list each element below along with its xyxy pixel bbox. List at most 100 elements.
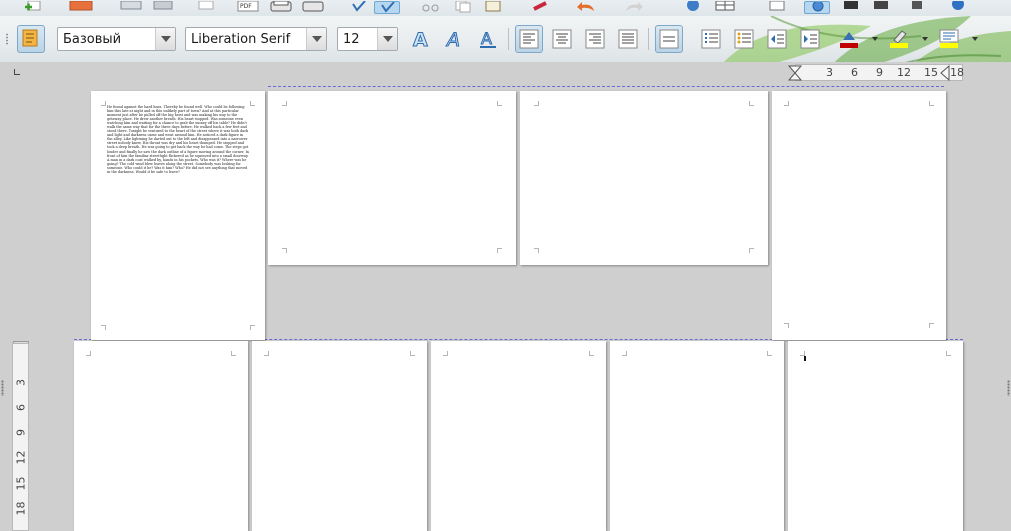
paste-icon[interactable]: [480, 0, 506, 14]
redo-icon[interactable]: [620, 1, 646, 14]
page-2[interactable]: [268, 91, 516, 265]
font-color-icon[interactable]: [835, 25, 863, 53]
standard-toolbar: PDF: [0, 0, 1011, 16]
edit-doc-icon[interactable]: [194, 0, 220, 14]
autospell-icon[interactable]: [374, 1, 400, 14]
text-boundary-corner: [264, 351, 269, 356]
h-ruler-tick-12: 12: [897, 66, 911, 79]
save-icon[interactable]: [150, 0, 176, 14]
export-pdf-icon[interactable]: PDF: [235, 0, 261, 14]
gallery-icon[interactable]: [838, 1, 864, 14]
text-boundary-corner: [929, 101, 934, 106]
clone-formatting-icon[interactable]: [528, 1, 554, 14]
page-row-guide: [268, 86, 944, 87]
highlight-dropdown-arrow[interactable]: [922, 37, 928, 41]
justify-icon[interactable]: [614, 25, 642, 53]
vertical-ruler[interactable]: 3 6 9 12 15 18: [12, 343, 29, 531]
nonprinting-chars-icon[interactable]: [904, 1, 930, 14]
toolbar-grip[interactable]: [5, 33, 9, 45]
new-icon[interactable]: [22, 0, 48, 14]
right-splitter-handle[interactable]: [1007, 380, 1010, 396]
background-color-swatch: [940, 43, 958, 48]
text-boundary-corner: [534, 248, 539, 253]
tab-stop-marker[interactable]: [14, 69, 20, 75]
page-4[interactable]: [772, 91, 946, 340]
align-right-icon[interactable]: [581, 25, 609, 53]
text-boundary-corner: [250, 101, 255, 106]
print-preview-icon[interactable]: [300, 1, 326, 14]
font-color-dropdown-arrow[interactable]: [872, 37, 878, 41]
highlight-icon[interactable]: [885, 25, 913, 53]
right-edge: [1006, 62, 1011, 531]
font-size-value: 12: [343, 31, 360, 47]
bullets-icon[interactable]: [730, 25, 758, 53]
table-icon[interactable]: [712, 0, 738, 14]
line-spacing-icon[interactable]: [655, 25, 683, 53]
text-boundary-corner: [231, 351, 236, 356]
cut-icon[interactable]: [418, 1, 444, 14]
text-boundary-corner: [749, 248, 754, 253]
decrease-indent-icon[interactable]: [763, 25, 791, 53]
h-ruler-tick-3: 3: [826, 66, 833, 79]
v-ruler-tick-3: 3: [14, 379, 28, 386]
page-5[interactable]: [74, 341, 248, 531]
hyperlink-icon[interactable]: [680, 0, 706, 14]
font-name-dropdown-arrow[interactable]: [306, 28, 326, 50]
page-7[interactable]: [431, 341, 606, 531]
highlight-swatch: [890, 43, 908, 48]
font-size-combo[interactable]: 12: [337, 27, 398, 51]
left-indent-marker[interactable]: [788, 65, 802, 81]
spellcheck-icon[interactable]: [346, 0, 372, 14]
text-boundary-corner: [497, 248, 502, 253]
background-color-dropdown-arrow[interactable]: [972, 37, 978, 41]
styles-icon[interactable]: [17, 25, 45, 53]
text-boundary-corner: [767, 351, 772, 356]
bold-outline-icon[interactable]: A: [407, 25, 435, 53]
text-boundary-corner: [946, 351, 951, 356]
navigator-icon[interactable]: [804, 0, 830, 14]
page-8[interactable]: [610, 341, 784, 531]
page-1[interactable]: He found against the hard lines. Thereby…: [91, 91, 265, 340]
font-size-dropdown-arrow[interactable]: [377, 28, 397, 50]
paragraph-style-value: Базовый: [63, 31, 122, 47]
formatting-toolbar: Базовый Liberation Serif 12 A A A: [0, 16, 1011, 62]
right-indent-marker[interactable]: [940, 65, 950, 81]
page-6[interactable]: [252, 341, 427, 531]
undo-icon[interactable]: [574, 1, 600, 14]
left-edge: [0, 62, 5, 531]
page-1-text[interactable]: He found against the hard lines. Thereby…: [107, 105, 249, 174]
text-boundary-corner: [589, 351, 594, 356]
text-boundary-corner: [101, 325, 106, 330]
align-center-icon[interactable]: [548, 25, 576, 53]
underline-outline-icon[interactable]: A: [474, 25, 502, 53]
increase-indent-icon[interactable]: [796, 25, 824, 53]
paragraph-style-combo[interactable]: Базовый: [57, 27, 176, 51]
font-name-combo[interactable]: Liberation Serif: [185, 27, 327, 51]
paragraph-style-dropdown-arrow[interactable]: [155, 28, 175, 50]
background-color-icon[interactable]: [935, 25, 963, 53]
v-ruler-tick-6: 6: [14, 404, 28, 411]
templates-icon[interactable]: [68, 0, 94, 14]
left-splitter-handle[interactable]: [1, 380, 4, 396]
numbering-icon[interactable]: [697, 25, 725, 53]
text-boundary-corner: [749, 101, 754, 106]
svg-text:A: A: [413, 29, 428, 50]
align-left-icon[interactable]: [515, 25, 543, 53]
copy-icon[interactable]: [450, 0, 476, 14]
text-boundary-corner: [784, 323, 789, 328]
page-9[interactable]: [788, 341, 963, 531]
image-icon[interactable]: [764, 0, 790, 14]
h-ruler-tick-6: 6: [851, 66, 858, 79]
h-ruler-tick-9: 9: [876, 66, 883, 79]
v-ruler-tick-15: 15: [14, 476, 28, 491]
print-icon[interactable]: [268, 0, 294, 14]
horizontal-ruler[interactable]: 3 6 9 12 15 18: [788, 64, 964, 81]
data-sources-icon[interactable]: [868, 1, 894, 14]
help-icon[interactable]: [945, 0, 971, 14]
open-icon[interactable]: [118, 0, 144, 14]
italic-outline-icon[interactable]: A: [441, 25, 469, 53]
toolbar-separator: [508, 28, 509, 50]
v-ruler-tick-9: 9: [14, 429, 28, 436]
page-3[interactable]: [520, 91, 768, 265]
text-boundary-corner: [86, 351, 91, 356]
